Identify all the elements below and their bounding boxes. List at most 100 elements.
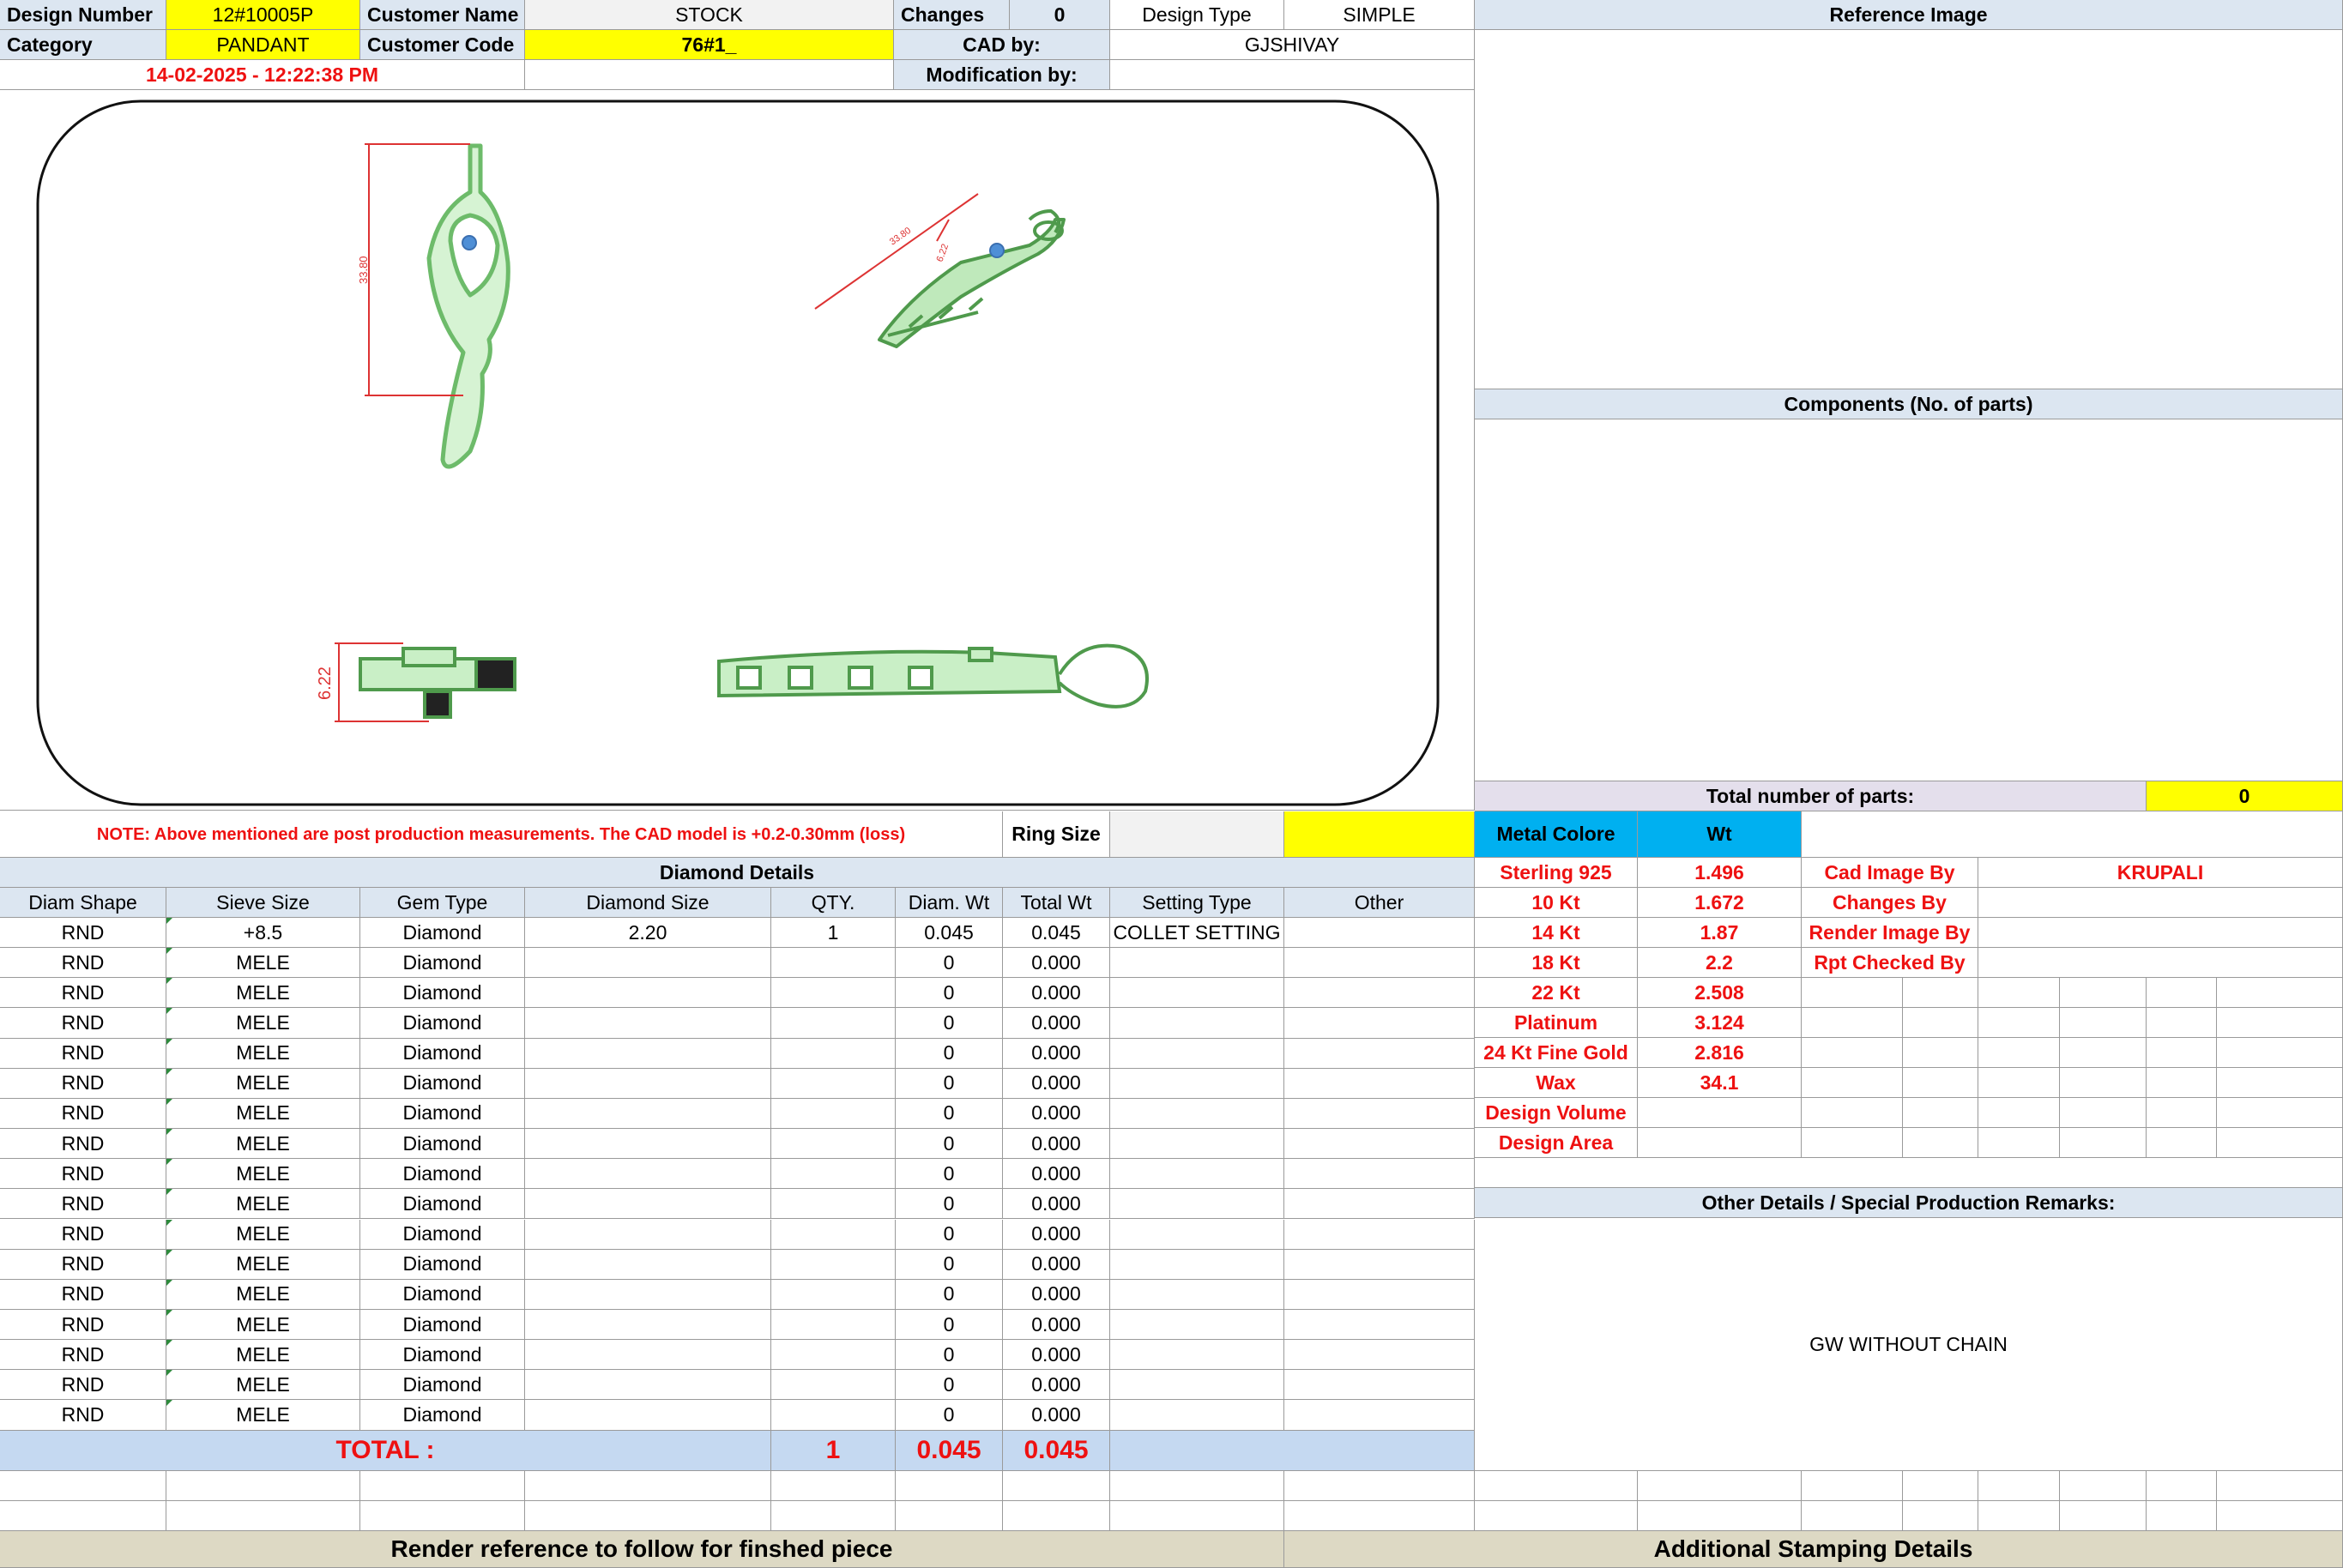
column-header-diamond-size[interactable]: Diamond Size [525,888,771,918]
customer-name-label[interactable]: Customer Name [360,0,525,30]
cell-total-wt[interactable]: 0.000 [1003,1279,1110,1310]
credit-grid-cell[interactable] [2217,1098,2343,1128]
cell-sieve-size[interactable]: MELE [166,1038,360,1069]
rpt-checked-by-label[interactable]: Rpt Checked By [1802,948,1978,978]
cell-qty[interactable] [771,1189,896,1220]
cell-qty[interactable] [771,1098,896,1130]
blank-cell[interactable] [896,1501,1003,1531]
metal-wt[interactable]: 1.87 [1638,918,1802,948]
cell-qty[interactable] [771,1249,896,1280]
cell-diamond-size[interactable] [525,1068,771,1099]
metal-wt[interactable] [1638,1098,1802,1128]
credit-grid-cell[interactable] [1903,1038,1978,1068]
cell-setting-type[interactable] [1110,1340,1284,1371]
credit-grid-cell[interactable] [1802,978,1903,1008]
render-image-by-value[interactable] [1978,918,2343,948]
blank-cell[interactable] [2147,1501,2217,1531]
metal-wt[interactable]: 2.508 [1638,978,1802,1008]
cell-other[interactable] [1284,1249,1475,1280]
metal-name[interactable]: Platinum [1475,1008,1638,1038]
credit-grid-cell[interactable] [1903,978,1978,1008]
cell-diam-wt[interactable]: 0 [896,1068,1003,1099]
cell-sieve-size[interactable]: MELE [166,948,360,979]
credit-grid-cell[interactable] [2217,1068,2343,1098]
credit-grid-cell[interactable] [1978,1008,2060,1038]
cell-diam-shape[interactable]: RND [0,1400,166,1431]
cell-other[interactable] [1284,1189,1475,1220]
cell-other[interactable] [1284,1279,1475,1310]
cell-sieve-size[interactable]: MELE [166,978,360,1009]
blank-cell[interactable] [896,1471,1003,1501]
cell-qty[interactable] [771,1129,896,1160]
cell-qty[interactable] [771,978,896,1009]
credit-grid-cell[interactable] [2060,1098,2147,1128]
credit-grid-cell[interactable] [2217,978,2343,1008]
cell-other[interactable] [1284,948,1475,979]
cell-total-wt[interactable]: 0.000 [1003,1400,1110,1431]
cell-diam-wt[interactable]: 0 [896,1008,1003,1039]
cell-gem-type[interactable]: Diamond [360,1098,525,1130]
cell-diam-shape[interactable]: RND [0,918,166,949]
customer-code-label[interactable]: Customer Code [360,30,525,60]
blank-cell[interactable] [525,1471,771,1501]
cell-diam-wt[interactable]: 0 [896,1098,1003,1130]
cell-qty[interactable] [771,1400,896,1431]
cell-setting-type[interactable] [1110,1219,1284,1250]
cell-diam-shape[interactable]: RND [0,1370,166,1401]
credit-grid-cell[interactable] [2217,1128,2343,1158]
other-details-remark[interactable]: GW WITHOUT CHAIN [1475,1218,2343,1471]
blank-cell[interactable] [1903,1471,1978,1501]
credit-grid-cell[interactable] [2147,1008,2217,1038]
cell-gem-type[interactable]: Diamond [360,1189,525,1220]
cell-diam-shape[interactable]: RND [0,978,166,1009]
cell-total-wt[interactable]: 0.000 [1003,1309,1110,1341]
blank-cell[interactable] [0,1471,166,1501]
cell-sieve-size[interactable]: MELE [166,1370,360,1401]
changes-value[interactable]: 0 [1010,0,1110,30]
cell-setting-type[interactable] [1110,1279,1284,1310]
cell-total-wt[interactable]: 0.045 [1003,918,1110,949]
modification-by-value[interactable] [1110,60,1475,90]
total-parts-label[interactable]: Total number of parts: [1475,781,2147,811]
cell-sieve-size[interactable]: MELE [166,1279,360,1310]
cell-setting-type[interactable] [1110,1159,1284,1190]
design-type-value[interactable]: SIMPLE [1284,0,1475,30]
cell-setting-type[interactable] [1110,1189,1284,1220]
category-value[interactable]: PANDANT [166,30,360,60]
cell-diamond-size[interactable] [525,1309,771,1341]
credit-grid-cell[interactable] [2217,1038,2343,1068]
cell-total-wt[interactable]: 0.000 [1003,1129,1110,1160]
cell-qty[interactable] [771,1159,896,1190]
blank-cell[interactable] [2060,1471,2147,1501]
blank-cell[interactable] [1978,1501,2060,1531]
cell-setting-type[interactable] [1110,978,1284,1009]
cell-other[interactable] [1284,1008,1475,1039]
changes-by-label[interactable]: Changes By [1802,888,1978,918]
credit-grid-cell[interactable] [1802,1098,1903,1128]
cell-diam-wt[interactable]: 0 [896,1309,1003,1341]
metal-name[interactable]: 10 Kt [1475,888,1638,918]
cell-gem-type[interactable]: Diamond [360,918,525,949]
blank-cell[interactable] [1003,1471,1110,1501]
cell-gem-type[interactable]: Diamond [360,1159,525,1190]
cell-qty[interactable] [771,1340,896,1371]
cell-diamond-size[interactable] [525,1008,771,1039]
cell-sieve-size[interactable]: MELE [166,1159,360,1190]
credit-grid-cell[interactable] [1903,1068,1978,1098]
cell-sieve-size[interactable]: MELE [166,1249,360,1280]
cell-other[interactable] [1284,1340,1475,1371]
cell-gem-type[interactable]: Diamond [360,978,525,1009]
metal-wt[interactable]: 2.816 [1638,1038,1802,1068]
blank-cell[interactable] [771,1501,896,1531]
cell-diam-wt[interactable]: 0 [896,1279,1003,1310]
cell-diam-wt[interactable]: 0 [896,1129,1003,1160]
cad-image-by-label[interactable]: Cad Image By [1802,858,1978,888]
cell-setting-type[interactable] [1110,1038,1284,1069]
credit-grid-cell[interactable] [2147,1038,2217,1068]
credit-grid-cell[interactable] [1903,1098,1978,1128]
customer-name-value[interactable]: STOCK [525,0,894,30]
credit-grid-cell[interactable] [1802,1068,1903,1098]
cell-total-wt[interactable]: 0.000 [1003,1189,1110,1220]
credit-grid-cell[interactable] [1978,1128,2060,1158]
column-header-diam-wt[interactable]: Diam. Wt [896,888,1003,918]
